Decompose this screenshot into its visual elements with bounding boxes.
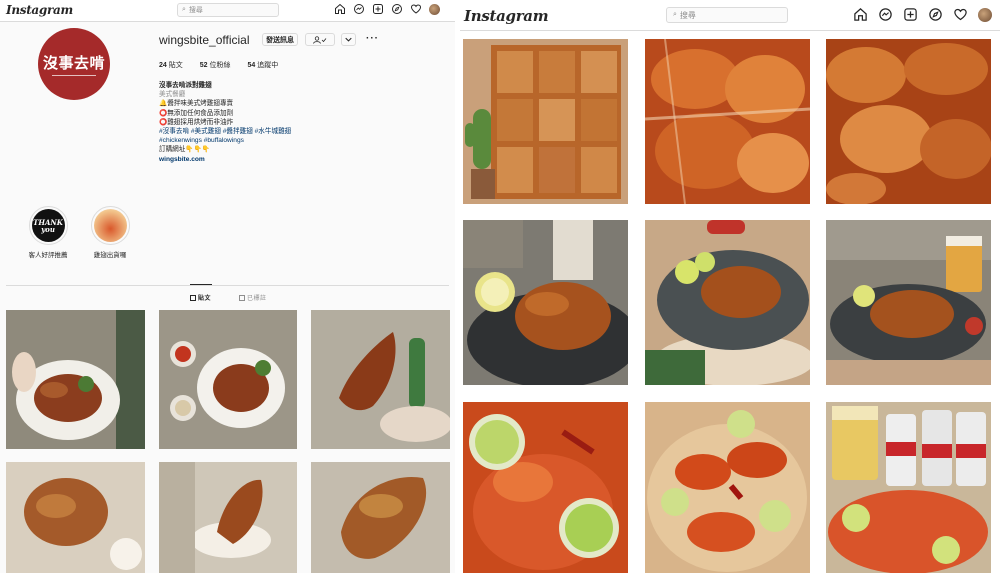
active-tab-indicator [190,284,212,285]
home-icon[interactable] [334,3,346,15]
bio-category: 美式餐廳 [159,91,186,99]
highlight-reviews[interactable]: THANK you 客人好評推薦 [18,206,78,259]
bio-hashtags-en[interactable]: #chickenwings #buffalowings [159,136,359,145]
post-thumbnail[interactable] [645,402,810,573]
suggested-dropdown-button[interactable] [341,33,356,46]
bio-order-line: 訂購網址👇👇👇 [159,146,211,154]
profile-stats: 24 貼文 52 位粉絲 54 追蹤中 [159,60,278,70]
followers-stat[interactable]: 52 位粉絲 [200,60,231,70]
post-thumbnail[interactable] [311,462,450,573]
home-icon[interactable] [853,7,868,22]
heart-icon[interactable] [953,7,968,22]
post-thumbnail[interactable] [826,39,991,204]
bio-line-1: 🔔醬拌味美式烤雞翅專賣 [159,100,234,108]
post-thumbnail[interactable] [159,310,297,449]
explore-icon[interactable] [928,7,943,22]
heart-icon[interactable] [410,3,422,15]
tab-posts-label: 貼文 [198,296,212,302]
nav-icons [853,7,992,22]
wings-slate-board-photo [645,220,810,385]
bio-line-2: ⭕無添加任何食品添加劑 [159,109,234,117]
message-button[interactable]: 發送訊息 [262,33,298,46]
profile-bio: 沒事去啃派對雞翅 美式餐廳 🔔醬拌味美式烤雞翅專賣 ⭕無添加任何食品添加劑 ⭕雞… [159,81,359,164]
plated-wings-lemon-photo [463,220,628,385]
post-thumbnail[interactable] [826,220,991,385]
packed-wings-photo [826,39,991,204]
bio-line-3: ⭕雞翅採用烘烤而非油炸 [159,118,234,126]
chevron-down-icon [345,37,352,42]
post-thumbnail[interactable] [826,402,991,573]
wings-paper-photo [6,462,145,573]
highlight-cover-wings [93,209,127,242]
instagram-logo[interactable]: Instagram [6,3,73,17]
wing-dip-photo [159,462,297,573]
post-thumbnail[interactable] [6,462,145,573]
profile-picture[interactable]: 沒事去啃 [38,28,110,100]
person-check-icon [313,35,327,44]
wings-tabletop-photo [159,310,297,449]
bio-website-link[interactable]: wingsbite.com [159,155,359,164]
post-thumbnail[interactable] [6,310,145,449]
wings-beer-cans-photo [826,402,991,573]
user-avatar[interactable] [429,3,440,15]
tagged-icon [239,294,245,301]
user-avatar[interactable] [978,7,992,22]
highlight-cover-thankyou: THANK you [31,209,65,242]
profile-grid-panel: Instagram ⌕ 搜尋 [460,0,1000,573]
bio-hashtags-zh[interactable]: #沒事去啃 #美式雞翅 #醬拌雞翅 #水牛城雞翅 [159,127,359,136]
vacuum-sealed-wings-photo [645,39,810,204]
tab-posts[interactable]: 貼文 [190,293,211,302]
post-thumbnail[interactable] [463,402,628,573]
tabs-divider [6,285,449,286]
posts-stat: 24 貼文 [159,62,183,69]
tab-tagged[interactable]: 已標註 [239,293,267,302]
profile-username: wingsbite_official [159,33,250,47]
wing-held-photo [311,310,450,449]
profile-pic-divider [52,75,96,76]
new-post-icon[interactable] [372,3,384,15]
post-thumbnail[interactable] [463,39,628,204]
highlight-label: 客人好評推薦 [28,252,68,259]
post-thumbnail[interactable] [311,310,450,449]
top-nav-bar: Instagram ⌕ 搜尋 [0,0,455,22]
search-icon: ⌕ [673,11,677,18]
highlight-ring [90,206,130,245]
search-input[interactable]: ⌕ 搜尋 [666,7,788,23]
wings-beer-photo [826,220,991,385]
highlight-ring: THANK you [28,206,68,245]
search-icon: ⌕ [182,6,186,13]
bagged-wings-cactus-photo [463,39,628,204]
wings-wooden-board-photo [645,402,810,573]
following-stat[interactable]: 54 追蹤中 [248,60,279,70]
explore-icon[interactable] [391,3,403,15]
messenger-icon[interactable] [878,7,893,22]
nav-icons [334,3,440,15]
post-thumbnail[interactable] [645,39,810,204]
post-thumbnail[interactable] [645,220,810,385]
search-input[interactable]: ⌕ 搜尋 [177,3,279,17]
following-button[interactable] [305,33,335,46]
highlight-label: 雞翅出貨囉 [93,252,127,259]
tab-tagged-label: 已標註 [247,296,267,302]
highlight-shipping[interactable]: 雞翅出貨囉 [80,206,140,259]
profile-pic-text: 沒事去啃 [42,54,105,72]
post-thumbnail[interactable] [463,220,628,385]
new-post-icon[interactable] [903,7,918,22]
messenger-icon[interactable] [353,3,365,15]
top-nav-bar: Instagram ⌕ 搜尋 [460,0,1000,31]
search-placeholder: 搜尋 [679,10,696,20]
more-options-icon[interactable]: ··· [366,34,379,44]
bio-name: 沒事去啃派對雞翅 [159,82,212,89]
grid-icon [190,294,196,301]
wings-plate-photo [6,310,145,449]
profile-panel: Instagram ⌕ 搜尋 沒事去啃 wingsbite_official 發… [0,0,455,573]
post-thumbnail[interactable] [159,462,297,573]
saucy-wings-lime-photo [463,402,628,573]
search-placeholder: 搜尋 [188,7,203,14]
instagram-logo[interactable]: Instagram [464,7,549,25]
wing-closeup-photo [311,462,450,573]
